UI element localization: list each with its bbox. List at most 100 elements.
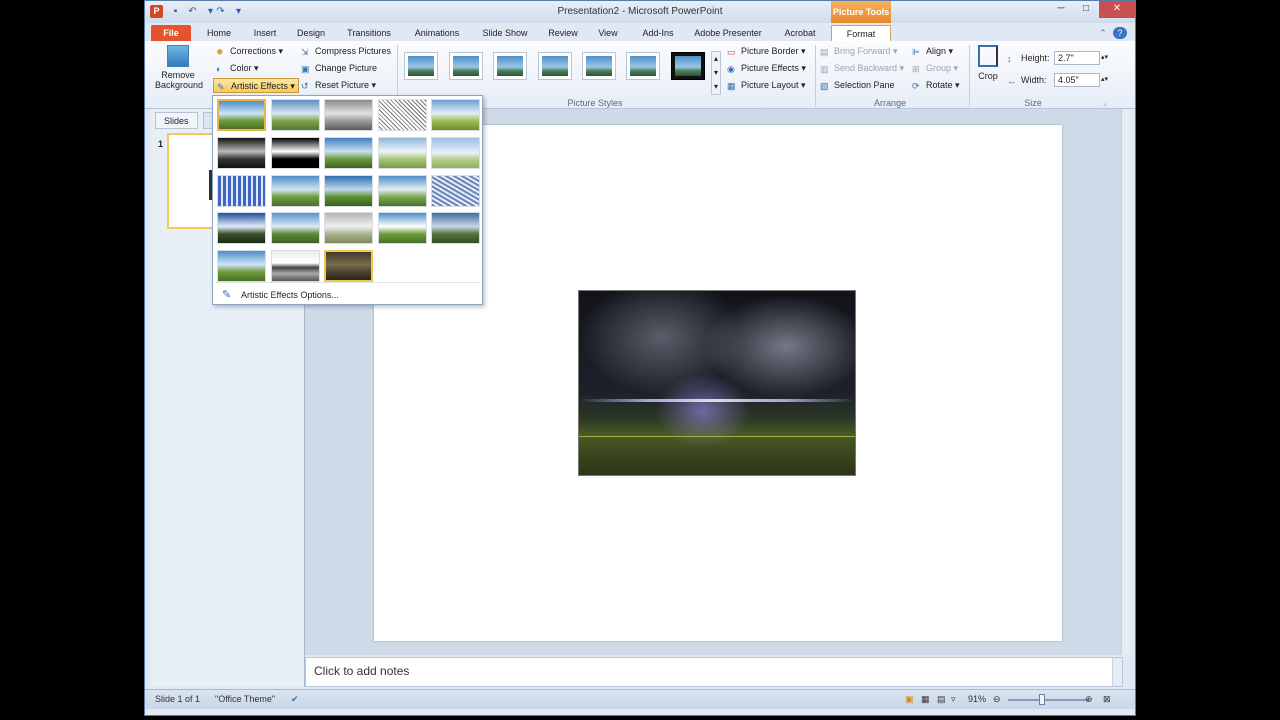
picture-styles-scroll[interactable]: ▴ ▾ ▾ <box>711 51 721 95</box>
normal-view-icon[interactable]: ▣ <box>905 694 914 705</box>
tab-add-ins[interactable]: Add-Ins <box>635 25 681 41</box>
zoom-slider-handle[interactable] <box>1039 694 1045 705</box>
corrections-button[interactable]: ✹ Corrections ▾ <box>216 44 283 59</box>
send-backward-button[interactable]: ▥ Send Backward ▾ <box>820 61 904 76</box>
title-bar: P ▪ ↶ ▾ ↷ ▾ Presentation2 - Microsoft Po… <box>145 1 1135 23</box>
tab-slide-show[interactable]: Slide Show <box>477 25 533 41</box>
status-bar: Slide 1 of 1 "Office Theme" ✔ ▣ ▦ ▤ ▿ 91… <box>145 689 1135 709</box>
tab-design[interactable]: Design <box>293 25 329 41</box>
slide-sorter-icon[interactable]: ▦ <box>921 694 930 705</box>
spelling-check-icon[interactable]: ✔ <box>291 694 299 705</box>
picture-style-1[interactable] <box>404 52 438 80</box>
compress-pictures-button[interactable]: ⇲ Compress Pictures <box>301 44 391 59</box>
picture-style-2[interactable] <box>449 52 483 80</box>
picture-layout-label: Picture Layout <box>741 80 799 90</box>
width-label: ↔ Width: <box>1007 73 1047 88</box>
corrections-label: Corrections <box>230 46 277 56</box>
artistic-effect-marker[interactable] <box>377 174 427 207</box>
tab-acrobat[interactable]: Acrobat <box>777 25 823 41</box>
height-spinner[interactable]: ▴▾ <box>1101 50 1108 65</box>
artistic-effect-line-drawing[interactable] <box>324 99 373 131</box>
artistic-effects-button[interactable]: ✎ Artistic Effects ▾ <box>213 78 299 93</box>
size-group-label: Size <box>1024 98 1042 108</box>
align-button[interactable]: ⊫ Align ▾ <box>912 44 953 59</box>
width-spinner[interactable]: ▴▾ <box>1101 72 1108 87</box>
notes-placeholder: Click to add notes <box>314 664 410 678</box>
bring-forward-button[interactable]: ▤ Bring Forward ▾ <box>820 44 898 59</box>
artistic-effect-blur[interactable] <box>431 136 480 169</box>
remove-background-button[interactable]: Remove Background <box>155 45 203 97</box>
artistic-effect-glass[interactable] <box>270 212 320 245</box>
tab-insert[interactable]: Insert <box>247 25 283 41</box>
picture-style-7[interactable] <box>671 52 705 80</box>
artistic-effect-glowing-edges[interactable] <box>270 136 320 169</box>
artistic-effect-texturizer[interactable] <box>431 174 480 207</box>
artistic-effect-photocopy[interactable] <box>217 212 266 245</box>
zoom-out-icon[interactable]: ⊖ <box>993 694 1001 705</box>
artistic-effect-film-grain[interactable] <box>377 212 427 245</box>
tab-format[interactable]: Format <box>831 25 891 41</box>
picture-layout-button[interactable]: ▦ Picture Layout ▾ <box>727 78 806 93</box>
maximize-icon[interactable]: □ <box>1074 1 1098 18</box>
picture-style-5[interactable] <box>582 52 616 80</box>
slides-tab[interactable]: Slides <box>155 112 198 129</box>
artistic-effect-glow-diffused[interactable] <box>270 250 320 283</box>
artistic-effect-paint-strokes[interactable] <box>431 99 480 131</box>
tab-review[interactable]: Review <box>543 25 583 41</box>
tab-transitions[interactable]: Transitions <box>341 25 397 41</box>
artistic-effect-light-screen[interactable] <box>377 136 427 169</box>
reset-picture-icon: ↺ <box>301 81 309 91</box>
artistic-effect-glowing-edges-active[interactable] <box>324 250 373 283</box>
notes-scrollbar[interactable] <box>1112 658 1122 686</box>
artistic-effect-cement[interactable] <box>270 174 320 207</box>
artistic-effect-chalk-sketch[interactable] <box>377 99 427 131</box>
slide-vertical-scrollbar[interactable] <box>1121 109 1131 655</box>
color-button[interactable]: ◐ Color ▾ <box>216 61 259 76</box>
picture-style-4[interactable] <box>538 52 572 80</box>
theme-name[interactable]: "Office Theme" <box>215 694 275 704</box>
artistic-effect-mosaic-bubbles[interactable] <box>217 174 266 207</box>
slide-picture-glowing-edges[interactable] <box>578 290 856 476</box>
selection-pane-button[interactable]: ▧ Selection Pane <box>820 78 895 93</box>
close-icon[interactable]: ✕ <box>1099 1 1135 18</box>
reading-view-icon[interactable]: ▤ <box>937 694 946 705</box>
tab-view[interactable]: View <box>593 25 623 41</box>
reset-picture-button[interactable]: ↺ Reset Picture ▾ <box>301 78 376 93</box>
change-picture-button[interactable]: ▣ Change Picture <box>301 61 377 76</box>
picture-effects-button[interactable]: ◉ Picture Effects ▾ <box>727 61 806 76</box>
fit-to-window-icon[interactable]: ⊠ <box>1103 694 1111 705</box>
artistic-effect-watercolor[interactable] <box>217 136 266 169</box>
artistic-effect-pencil-sketch[interactable] <box>270 99 320 131</box>
zoom-slider-track[interactable] <box>1008 699 1088 701</box>
zoom-level[interactable]: 91% <box>968 694 986 704</box>
picture-style-6[interactable] <box>626 52 660 80</box>
slide-show-icon[interactable]: ▿ <box>951 694 956 705</box>
picture-style-3[interactable] <box>493 52 527 80</box>
crop-button[interactable]: Crop <box>973 45 1003 95</box>
rotate-button[interactable]: ⟳ Rotate ▾ <box>912 78 960 93</box>
height-field[interactable]: 2.7" <box>1054 51 1100 65</box>
minimize-ribbon-icon[interactable]: ⌃ <box>1097 25 1109 41</box>
picture-border-button[interactable]: ▭ Picture Border ▾ <box>727 44 806 59</box>
artistic-effect-none[interactable] <box>217 99 266 131</box>
help-icon[interactable]: ? <box>1113 27 1127 39</box>
tab-home[interactable]: Home <box>201 25 237 41</box>
zoom-in-icon[interactable]: ⊕ <box>1085 694 1093 705</box>
artistic-effect-paint-brush[interactable] <box>324 136 373 169</box>
tab-adobe-presenter[interactable]: Adobe Presenter <box>691 25 765 41</box>
artistic-effect-pastels-smooth[interactable] <box>324 212 373 245</box>
artistic-effect-cutout[interactable] <box>217 250 266 283</box>
change-picture-icon: ▣ <box>301 64 310 74</box>
minimize-icon[interactable]: ─ <box>1049 1 1073 18</box>
artistic-effect-crisscross-etching[interactable] <box>431 212 480 245</box>
tab-file[interactable]: File <box>151 25 191 41</box>
artistic-effects-options-menu-item[interactable]: ✎ Artistic Effects Options... <box>217 287 479 303</box>
slide-number: 1 <box>158 139 164 149</box>
artistic-effect-plastic-wrap[interactable] <box>324 174 373 207</box>
group-button[interactable]: ⊞ Group ▾ <box>912 61 958 76</box>
corrections-icon: ✹ <box>216 47 224 57</box>
height-label: ↕ Height: <box>1007 51 1050 66</box>
notes-pane[interactable]: Click to add notes <box>305 657 1123 687</box>
tab-animations[interactable]: Animations <box>407 25 467 41</box>
width-field[interactable]: 4.05" <box>1054 73 1100 87</box>
